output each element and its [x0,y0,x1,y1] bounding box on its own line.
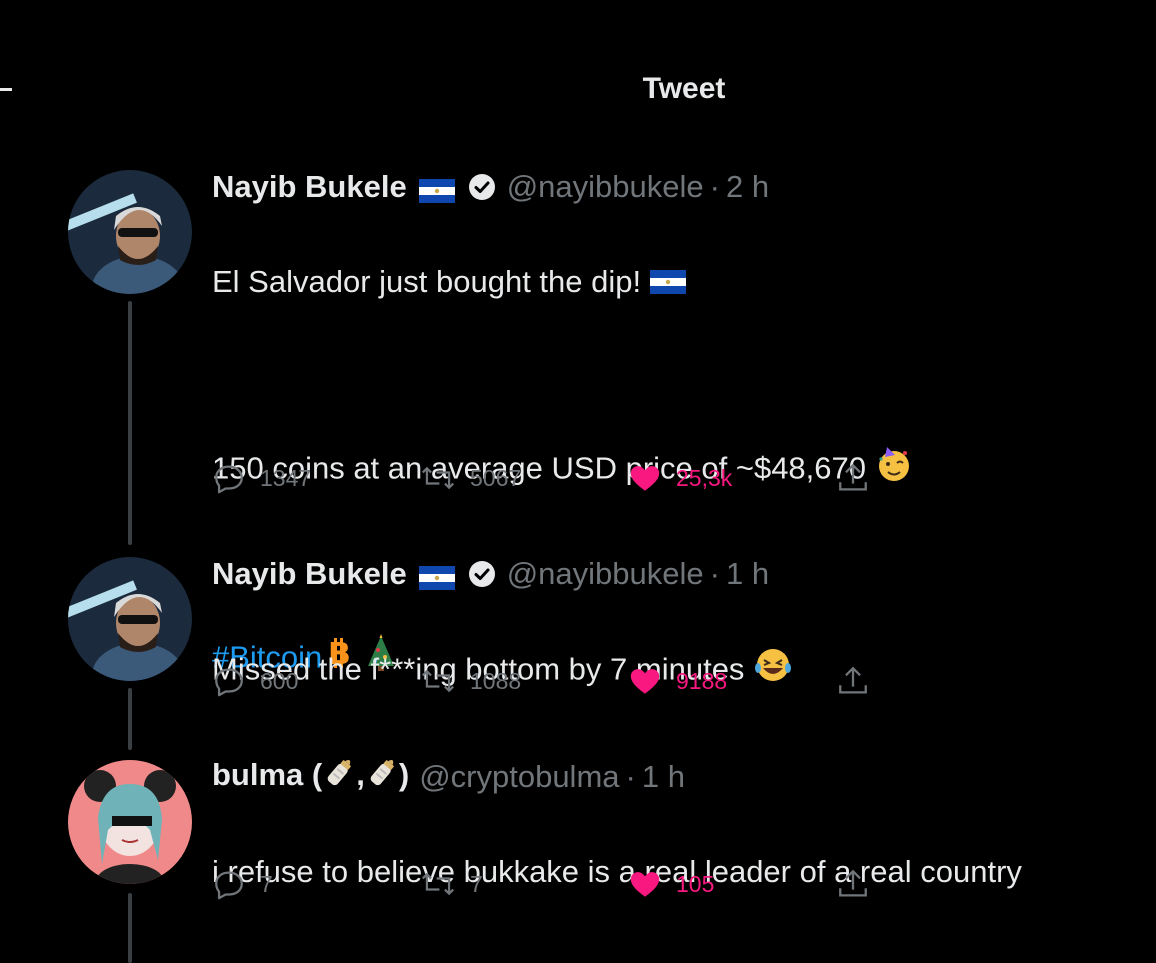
author-handle[interactable]: @nayibbukele [507,556,704,592]
reply-icon [215,465,243,494]
retweet-button[interactable]: 1088 [420,664,521,698]
share-icon [839,666,867,694]
thread-line [128,688,132,750]
verified-icon [467,172,497,202]
reply-button[interactable]: 7 [212,867,273,901]
heart-icon [630,669,660,694]
like-button[interactable]: 25,3k [628,461,732,495]
tweet-header: Nayib Bukele @nayibbukele · 2 h [212,167,769,207]
thread-line [128,301,132,545]
tweet-actions: 7 7 105 [212,867,892,903]
like-count: 25,3k [676,464,733,491]
separator-dot: · [709,169,720,204]
author-name-text: ) [398,757,410,793]
retweet-count: 1088 [470,667,522,694]
flag-el-salvador-icon [418,562,455,590]
thread-line [128,893,132,963]
retweet-button[interactable]: 7 [420,867,483,901]
reply-icon [215,871,243,900]
author-name[interactable]: Nayib Bukele [212,556,407,592]
avatar[interactable] [68,760,192,884]
avatar[interactable] [68,170,192,294]
flag-el-salvador-icon [649,261,686,307]
reply-count: 7 [260,870,273,897]
page-title: Tweet [642,72,726,105]
timestamp[interactable]: 1 h [726,556,769,592]
tweet-line-1: El Salvador just bought the dip! [212,259,913,307]
share-button[interactable] [836,867,870,901]
share-icon [839,869,867,897]
separator-dot: · [709,556,720,591]
like-count: 9188 [676,667,728,694]
reply-button[interactable]: 600 [212,664,298,698]
heart-icon [630,872,660,897]
timestamp[interactable]: 1 h [642,759,685,795]
flag-el-salvador-icon [418,175,455,203]
timestamp[interactable]: 2 h [726,169,769,205]
retweet-count: 5067 [470,464,522,491]
tweet-line-text: El Salvador just bought the dip! [212,264,650,299]
tweet-actions: 1347 5067 25,3k [212,461,892,497]
reply-button[interactable]: 1347 [212,461,311,495]
tweet-header: bulma (,) @cryptobulma · 1 h [212,757,685,797]
reply-count: 600 [260,667,299,694]
author-name-text: , [356,757,365,793]
heart-icon [630,466,660,491]
author-handle[interactable]: @nayibbukele [507,169,704,205]
retweet-button[interactable]: 5067 [420,461,521,495]
verified-icon [467,559,497,589]
share-button[interactable] [836,461,870,495]
avatar[interactable] [68,557,192,681]
like-button[interactable]: 9188 [628,664,727,698]
retweet-icon [421,466,455,490]
retweet-count: 7 [470,870,483,897]
like-button[interactable]: 105 [628,867,714,901]
separator-dot: · [625,759,636,794]
retweet-icon [421,669,455,693]
like-count: 105 [676,870,715,897]
tweet-actions: 600 1088 9188 [212,664,892,700]
reply-icon [215,668,243,697]
share-icon [839,463,867,491]
author-name[interactable]: bulma (,) [212,756,409,798]
share-button[interactable] [836,664,870,698]
author-name-text: bulma ( [212,757,323,793]
baby-bottle-icon [365,756,399,798]
retweet-icon [421,872,455,896]
author-handle[interactable]: @cryptobulma [419,759,619,795]
author-name[interactable]: Nayib Bukele [212,169,407,205]
reply-count: 1347 [260,464,312,491]
baby-bottle-icon [322,756,356,798]
tweet-header: Nayib Bukele @nayibbukele · 1 h [212,554,769,594]
